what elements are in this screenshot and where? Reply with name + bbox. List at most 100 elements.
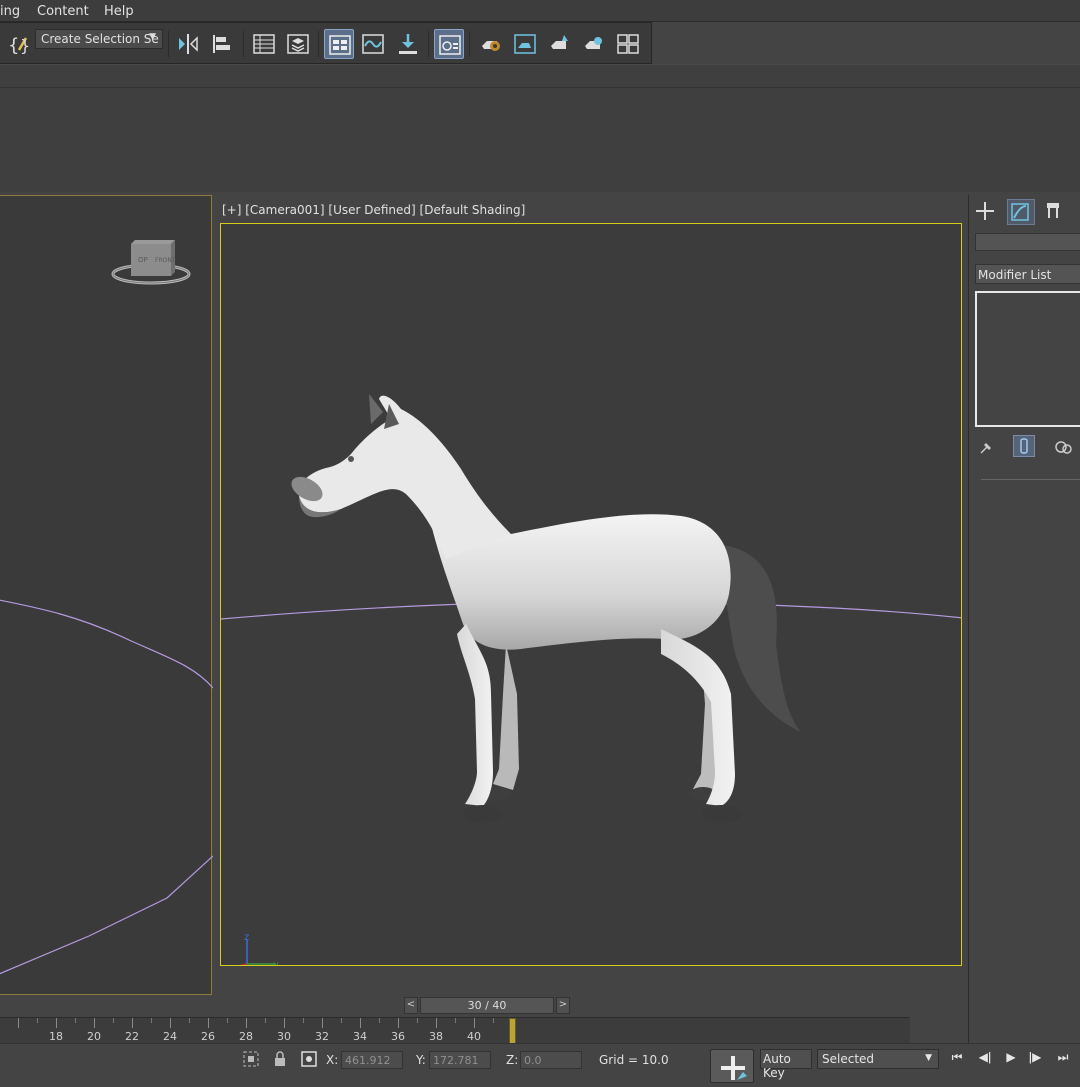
axis-y-label: y — [273, 960, 279, 966]
show-end-result-icon[interactable] — [1013, 435, 1035, 457]
viewport-label[interactable]: [+] [Camera001] [User Defined] [Default … — [222, 203, 525, 217]
modify-icon[interactable] — [1007, 199, 1035, 225]
track-tick — [436, 1018, 437, 1028]
schematic-view-icon[interactable] — [393, 29, 423, 59]
rendered-frame-icon[interactable] — [510, 29, 540, 59]
prev-frame-button[interactable]: < — [404, 997, 418, 1014]
pin-stack-icon[interactable] — [977, 437, 999, 457]
object-name-field[interactable] — [975, 233, 1080, 251]
render-activeshade-icon[interactable] — [579, 29, 609, 59]
track-tick — [170, 1018, 171, 1028]
track-label: 32 — [315, 1030, 329, 1043]
z-coordinate-field[interactable]: 0.0 — [520, 1051, 582, 1069]
selection-lock-icon[interactable] — [242, 1050, 260, 1068]
auto-key-button[interactable]: Auto Key — [760, 1049, 812, 1080]
y-label: Y: — [416, 1053, 426, 1067]
track-label: 34 — [353, 1030, 367, 1043]
svg-text:OP: OP — [138, 256, 148, 264]
track-tick — [360, 1018, 361, 1028]
track-tick — [151, 1018, 152, 1023]
time-slider-thumb[interactable]: 30 / 40 — [420, 997, 554, 1014]
track-tick — [474, 1018, 475, 1028]
track-tick — [208, 1018, 209, 1028]
viewport-camera[interactable]: z y — [220, 223, 962, 966]
current-frame-marker[interactable] — [509, 1018, 516, 1044]
create-icon[interactable] — [973, 199, 1001, 225]
key-filter-dropdown[interactable]: Selected ▼ — [817, 1049, 939, 1069]
svg-text:FRONT: FRONT — [155, 257, 176, 264]
track-label: 40 — [467, 1030, 481, 1043]
menu-item-help[interactable]: Help — [104, 4, 134, 19]
next-frame-button[interactable]: > — [556, 997, 570, 1014]
go-to-end-icon[interactable]: ⏭ — [1052, 1050, 1074, 1070]
chevron-down-icon: ▼ — [925, 1053, 932, 1063]
track-label: 28 — [239, 1030, 253, 1043]
make-unique-icon[interactable] — [1053, 437, 1075, 457]
modifier-stack[interactable] — [975, 291, 1080, 427]
scene-explorer-icon[interactable] — [249, 29, 279, 59]
render-gallery-icon[interactable] — [613, 29, 643, 59]
svg-text:{: { — [8, 35, 19, 56]
track-tick — [265, 1018, 266, 1023]
viewcube-icon[interactable]: OP FRONT — [111, 240, 191, 285]
track-tick — [455, 1018, 456, 1023]
time-slider: < 30 / 40 > — [0, 995, 968, 1017]
track-tick — [246, 1018, 247, 1028]
axis-z-label: z — [244, 932, 249, 943]
chevron-down-icon: ▼ — [149, 32, 156, 42]
curly-brace-wand-icon[interactable]: {} — [4, 29, 34, 59]
x-coordinate-field[interactable]: 461.912 — [341, 1051, 403, 1069]
curve-editor-icon[interactable] — [358, 29, 388, 59]
track-bar[interactable]: 18 20 22 24 26 28 30 32 34 36 38 40 — [0, 1017, 910, 1044]
track-tick — [493, 1018, 494, 1023]
hierarchy-icon[interactable] — [1041, 199, 1069, 225]
svg-text:}: } — [20, 36, 30, 55]
layer-explorer-icon[interactable] — [283, 29, 313, 59]
align-icon[interactable] — [207, 29, 237, 59]
track-tick — [227, 1018, 228, 1023]
track-label: 30 — [277, 1030, 291, 1043]
track-label: 26 — [201, 1030, 215, 1043]
play-icon[interactable]: ▶ — [1000, 1050, 1022, 1070]
material-editor-icon[interactable] — [434, 29, 464, 59]
track-tick — [303, 1018, 304, 1023]
main-toolbar: {} Create Selection Se ▼ — [0, 22, 652, 64]
track-tick — [284, 1018, 285, 1028]
track-tick — [132, 1018, 133, 1028]
track-tick — [113, 1018, 114, 1023]
track-tick — [37, 1018, 38, 1023]
mirror-icon[interactable] — [173, 29, 203, 59]
track-tick — [398, 1018, 399, 1028]
track-tick — [75, 1018, 76, 1023]
next-frame-icon[interactable]: ǀ▶ — [1024, 1050, 1046, 1070]
previous-frame-icon[interactable]: ◀ǀ — [974, 1050, 996, 1070]
create-selection-set-dropdown[interactable]: Create Selection Se ▼ — [35, 29, 163, 49]
lock-icon[interactable] — [272, 1050, 288, 1068]
viewport-left[interactable]: OP FRONT — [0, 195, 213, 995]
track-tick — [56, 1018, 57, 1028]
track-label: 36 — [391, 1030, 405, 1043]
track-label: 22 — [125, 1030, 139, 1043]
set-key-button[interactable] — [710, 1049, 754, 1083]
command-panel: Modifier List — [968, 195, 1080, 1043]
menu-item-content[interactable]: Content — [37, 4, 89, 19]
grid-size-label: Grid = 10.0 — [599, 1053, 669, 1067]
track-tick — [94, 1018, 95, 1028]
render-setup-icon[interactable] — [476, 29, 506, 59]
go-to-start-icon[interactable]: ⏮ — [946, 1050, 968, 1070]
track-tick — [341, 1018, 342, 1023]
y-coordinate-field[interactable]: 172.781 — [429, 1051, 491, 1069]
menu-item-rendering[interactable]: ing — [0, 4, 20, 19]
modifier-list-dropdown[interactable]: Modifier List — [975, 264, 1080, 284]
absolute-mode-icon[interactable] — [300, 1050, 318, 1068]
track-tick — [18, 1018, 19, 1028]
z-label: Z: — [506, 1053, 519, 1067]
track-label: 38 — [429, 1030, 443, 1043]
track-tick — [189, 1018, 190, 1023]
track-tick — [379, 1018, 380, 1023]
track-label: 24 — [163, 1030, 177, 1043]
ribbon-toggle-icon[interactable] — [324, 29, 354, 59]
track-tick — [322, 1018, 323, 1028]
status-bar: X: 461.912 Y: 172.781 Z: 0.0 Grid = 10.0… — [0, 1043, 1080, 1083]
render-production-icon[interactable] — [545, 29, 575, 59]
